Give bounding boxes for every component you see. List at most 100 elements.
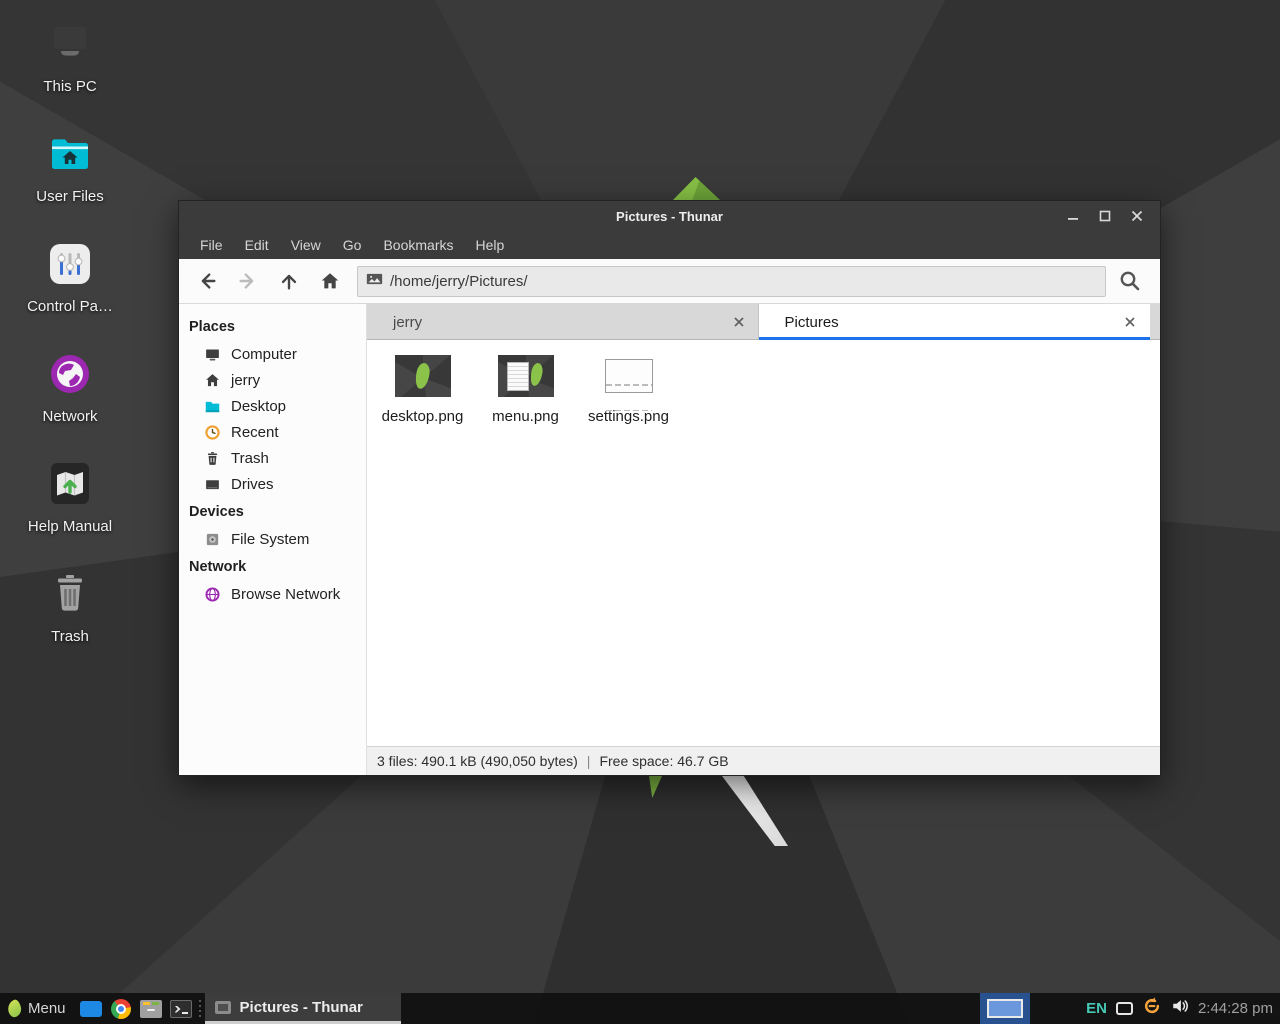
image-thumbnail	[395, 352, 451, 400]
file-view[interactable]: desktop.png menu.png settings.png	[367, 340, 1160, 746]
menu-help[interactable]: Help	[465, 231, 516, 259]
help-manual-icon	[46, 456, 94, 512]
desktop-icon-label: Network	[42, 408, 97, 425]
path-bar[interactable]: /home/jerry/Pictures/	[357, 266, 1106, 297]
sidebar-item-label: jerry	[231, 372, 260, 389]
desktop-icon-help-manual[interactable]: Help Manual	[0, 456, 140, 566]
chrome-icon	[111, 999, 131, 1019]
taskbar: Menu Pictures - Thunar EN 2:44:28 pm	[0, 993, 1280, 1024]
display-icon[interactable]	[1116, 1002, 1133, 1015]
sidebar-item-label: Drives	[231, 476, 274, 493]
file-item-desktop-png[interactable]: desktop.png	[375, 348, 470, 425]
taskbar-window-button[interactable]: Pictures - Thunar	[205, 993, 401, 1024]
window-controls	[1064, 207, 1160, 225]
sidebar-item-computer[interactable]: Computer	[179, 341, 366, 367]
desktop-icon-control-panel[interactable]: Control Pa…	[0, 236, 140, 346]
update-icon[interactable]	[1142, 996, 1162, 1021]
control-panel-icon	[46, 236, 94, 292]
workspace-1	[987, 999, 1023, 1018]
sidebar-item-label: Browse Network	[231, 586, 340, 603]
browser-launcher[interactable]	[106, 993, 136, 1024]
file-manager-launcher[interactable]	[136, 993, 166, 1024]
sidebar-item-file-system[interactable]: File System	[179, 526, 366, 552]
desktop-icon-user-files[interactable]: User Files	[0, 126, 140, 236]
network-globe-icon	[46, 346, 94, 402]
panel-handle[interactable]	[196, 993, 205, 1024]
tab-label: jerry	[393, 314, 422, 331]
trash-icon	[203, 450, 221, 467]
home-icon[interactable]	[310, 263, 349, 299]
menu-go[interactable]: Go	[332, 231, 373, 259]
sidebar-item-jerry[interactable]: jerry	[179, 367, 366, 393]
search-icon[interactable]	[1108, 263, 1152, 299]
window-title: Pictures - Thunar	[179, 209, 1160, 224]
status-bar: 3 files: 490.1 kB (490,050 bytes) | Free…	[367, 746, 1160, 775]
keyboard-layout-indicator[interactable]: EN	[1086, 1000, 1107, 1017]
forward-icon[interactable]	[228, 263, 267, 299]
sidebar-item-label: File System	[231, 531, 309, 548]
menu-bar: File Edit View Go Bookmarks Help	[179, 231, 1160, 259]
back-icon[interactable]	[187, 263, 226, 299]
terminal-launcher[interactable]	[166, 993, 196, 1024]
close-icon[interactable]	[1128, 207, 1146, 225]
menu-edit[interactable]: Edit	[234, 231, 280, 259]
file-name: menu.png	[492, 408, 559, 425]
sidebar-item-label: Desktop	[231, 398, 286, 415]
show-desktop-icon	[80, 1001, 102, 1017]
sidebar-item-label: Computer	[231, 346, 297, 363]
sidebar-item-label: Trash	[231, 450, 269, 467]
workspace-switcher[interactable]	[980, 993, 1030, 1024]
desktop-icon-trash[interactable]: Trash	[0, 566, 140, 676]
up-icon[interactable]	[269, 263, 308, 299]
menu-button-label: Menu	[28, 1000, 66, 1017]
volume-icon[interactable]	[1171, 997, 1189, 1020]
path-text[interactable]: /home/jerry/Pictures/	[390, 273, 528, 290]
sidebar-header-network: Network	[179, 552, 366, 581]
file-item-menu-png[interactable]: menu.png	[478, 348, 573, 425]
file-item-settings-png[interactable]: settings.png	[581, 348, 676, 425]
maximize-icon[interactable]	[1096, 207, 1114, 225]
taskbar-clock[interactable]: 2:44:28 pm	[1198, 1000, 1273, 1017]
sidebar-item-browse-network[interactable]: Browse Network	[179, 581, 366, 607]
desktop-icon-label: Control Pa…	[27, 298, 113, 315]
tab-close-icon[interactable]	[1122, 314, 1138, 330]
tab-close-icon[interactable]	[731, 314, 747, 330]
menu-view[interactable]: View	[280, 231, 332, 259]
terminal-icon	[170, 1000, 192, 1018]
desktop-icon-column: This PC User Files Control Pa… Network H…	[0, 16, 140, 676]
image-icon	[366, 272, 383, 291]
desktop-icon-label: Help Manual	[28, 518, 112, 535]
tab-label: Pictures	[785, 314, 839, 331]
window-titlebar[interactable]: Pictures - Thunar	[179, 201, 1160, 231]
sidebar-item-trash[interactable]: Trash	[179, 445, 366, 471]
minimize-icon[interactable]	[1064, 207, 1082, 225]
sidebar-item-desktop[interactable]: Desktop	[179, 393, 366, 419]
tab-pictures[interactable]: Pictures	[759, 304, 1151, 340]
globe-icon	[203, 586, 221, 603]
sidebar-header-places: Places	[179, 312, 366, 341]
desktop-icon-this-pc[interactable]: This PC	[0, 16, 140, 126]
sidebar-item-label: Recent	[231, 424, 279, 441]
menu-bookmarks[interactable]: Bookmarks	[372, 231, 464, 259]
status-divider: |	[587, 753, 591, 769]
sidebar-header-devices: Devices	[179, 497, 366, 526]
menu-file[interactable]: File	[189, 231, 234, 259]
taskbar-window-label: Pictures - Thunar	[240, 999, 363, 1016]
home-folder-icon	[46, 126, 94, 182]
computer-icon	[203, 346, 221, 363]
image-thumbnail	[498, 352, 554, 400]
thunar-window: Pictures - Thunar File Edit View Go Book…	[178, 200, 1161, 776]
sidebar-item-drives[interactable]: Drives	[179, 471, 366, 497]
menu-button[interactable]: Menu	[0, 993, 76, 1024]
tab-jerry[interactable]: jerry	[367, 304, 759, 340]
status-files-info: 3 files: 490.1 kB (490,050 bytes)	[377, 753, 578, 769]
desktop-icon-network[interactable]: Network	[0, 346, 140, 456]
sidebar-item-recent[interactable]: Recent	[179, 419, 366, 445]
status-free-space: Free space: 46.7 GB	[599, 753, 728, 769]
show-desktop-button[interactable]	[76, 993, 106, 1024]
file-name: desktop.png	[382, 408, 464, 425]
drive-icon	[203, 476, 221, 493]
tab-bar: jerry Pictures	[367, 304, 1160, 340]
folder-icon	[203, 398, 221, 415]
file-cabinet-icon	[140, 1000, 162, 1018]
